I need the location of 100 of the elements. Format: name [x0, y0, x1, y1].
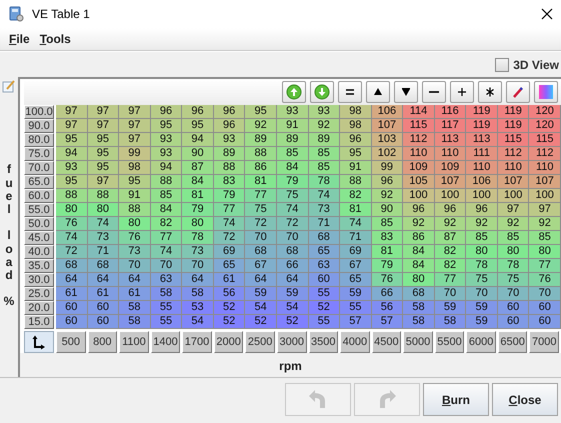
- table-cell[interactable]: 82: [150, 217, 182, 231]
- action-button[interactable]: Burn: [423, 383, 489, 416]
- table-cell[interactable]: 84: [276, 161, 308, 175]
- table-cell[interactable]: 92: [434, 217, 466, 231]
- table-cell[interactable]: 120: [529, 105, 561, 119]
- table-cell[interactable]: 58: [119, 301, 151, 315]
- table-cell[interactable]: 92: [403, 217, 435, 231]
- table-cell[interactable]: 97: [56, 119, 88, 133]
- table-cell[interactable]: 74: [150, 245, 182, 259]
- table-cell[interactable]: 71: [340, 231, 372, 245]
- action-button[interactable]: Close: [492, 383, 558, 416]
- table-cell[interactable]: 64: [245, 273, 277, 287]
- table-cell[interactable]: 96: [434, 203, 466, 217]
- table-cell[interactable]: 58: [182, 287, 214, 301]
- table-cell[interactable]: 58: [403, 315, 435, 329]
- table-cell[interactable]: 60: [56, 301, 88, 315]
- table-cell[interactable]: 76: [372, 273, 404, 287]
- table-cell[interactable]: 97: [119, 133, 151, 147]
- table-cell[interactable]: 65: [308, 245, 340, 259]
- table-cell[interactable]: 92: [498, 217, 530, 231]
- table-cell[interactable]: 78: [308, 175, 340, 189]
- table-cell[interactable]: 103: [372, 133, 404, 147]
- table-cell[interactable]: 61: [88, 287, 120, 301]
- table-cell[interactable]: 102: [372, 147, 404, 161]
- table-cell[interactable]: 97: [529, 203, 561, 217]
- table-cell[interactable]: 80: [498, 245, 530, 259]
- table-cell[interactable]: 60: [498, 301, 530, 315]
- table-cell[interactable]: 96: [214, 119, 246, 133]
- table-cell[interactable]: 68: [56, 259, 88, 273]
- table-cell[interactable]: 54: [276, 301, 308, 315]
- table-cell[interactable]: 61: [56, 287, 88, 301]
- table-cell[interactable]: 59: [466, 301, 498, 315]
- table-cell[interactable]: 81: [182, 189, 214, 203]
- table-cell[interactable]: 70: [466, 287, 498, 301]
- toolbar-button[interactable]: [366, 81, 390, 103]
- table-cell[interactable]: 74: [276, 203, 308, 217]
- table-cell[interactable]: 91: [276, 119, 308, 133]
- table-cell[interactable]: 85: [308, 161, 340, 175]
- table-cell[interactable]: 88: [56, 189, 88, 203]
- table-cell[interactable]: 52: [214, 301, 246, 315]
- table-cell[interactable]: 92: [308, 119, 340, 133]
- table-cell[interactable]: 55: [308, 287, 340, 301]
- table-cell[interactable]: 64: [182, 273, 214, 287]
- table-cell[interactable]: 55: [308, 315, 340, 329]
- table-cell[interactable]: 78: [182, 231, 214, 245]
- table-cell[interactable]: 64: [276, 273, 308, 287]
- table-cell[interactable]: 84: [403, 259, 435, 273]
- table-cell[interactable]: 88: [150, 175, 182, 189]
- menu-item[interactable]: File: [4, 30, 35, 48]
- table-cell[interactable]: 75: [276, 189, 308, 203]
- table-cell[interactable]: 92: [466, 217, 498, 231]
- table-cell[interactable]: 76: [56, 217, 88, 231]
- table-cell[interactable]: 110: [498, 161, 530, 175]
- table-cell[interactable]: 115: [498, 133, 530, 147]
- table-cell[interactable]: 119: [498, 105, 530, 119]
- table-cell[interactable]: 52: [276, 315, 308, 329]
- table-cell[interactable]: 70: [245, 231, 277, 245]
- table-cell[interactable]: 116: [434, 105, 466, 119]
- table-cell[interactable]: 63: [150, 273, 182, 287]
- table-cell[interactable]: 73: [88, 231, 120, 245]
- table-cell[interactable]: 88: [214, 161, 246, 175]
- toolbar-button[interactable]: [478, 81, 502, 103]
- table-cell[interactable]: 64: [119, 273, 151, 287]
- table-cell[interactable]: 80: [403, 273, 435, 287]
- table-cell[interactable]: 81: [340, 203, 372, 217]
- table-cell[interactable]: 92: [372, 189, 404, 203]
- table-cell[interactable]: 93: [150, 147, 182, 161]
- table-cell[interactable]: 115: [529, 133, 561, 147]
- table-cell[interactable]: 60: [308, 273, 340, 287]
- table-cell[interactable]: 52: [245, 315, 277, 329]
- table-cell[interactable]: 66: [372, 287, 404, 301]
- table-cell[interactable]: 110: [466, 161, 498, 175]
- table-cell[interactable]: 94: [56, 147, 88, 161]
- table-cell[interactable]: 74: [214, 217, 246, 231]
- table-cell[interactable]: 69: [214, 245, 246, 259]
- table-cell[interactable]: 55: [340, 301, 372, 315]
- table-cell[interactable]: 83: [372, 231, 404, 245]
- table-cell[interactable]: 72: [56, 245, 88, 259]
- table-cell[interactable]: 52: [214, 315, 246, 329]
- table-cell[interactable]: 84: [182, 175, 214, 189]
- table-cell[interactable]: 85: [276, 147, 308, 161]
- table-cell[interactable]: 95: [88, 147, 120, 161]
- table-cell[interactable]: 79: [214, 189, 246, 203]
- table-cell[interactable]: 96: [466, 203, 498, 217]
- table-cell[interactable]: 105: [403, 175, 435, 189]
- table-cell[interactable]: 73: [182, 245, 214, 259]
- table-cell[interactable]: 109: [403, 161, 435, 175]
- table-cell[interactable]: 74: [88, 217, 120, 231]
- checkbox[interactable]: [495, 58, 510, 72]
- table-cell[interactable]: 70: [150, 259, 182, 273]
- table-cell[interactable]: 68: [88, 259, 120, 273]
- table-cell[interactable]: 88: [245, 147, 277, 161]
- table-cell[interactable]: 89: [214, 147, 246, 161]
- table-cell[interactable]: 68: [403, 287, 435, 301]
- table-cell[interactable]: 94: [182, 133, 214, 147]
- table-cell[interactable]: 95: [340, 147, 372, 161]
- table-cell[interactable]: 107: [434, 175, 466, 189]
- table-cell[interactable]: 113: [466, 133, 498, 147]
- table-cell[interactable]: 96: [150, 105, 182, 119]
- table-cell[interactable]: 96: [214, 105, 246, 119]
